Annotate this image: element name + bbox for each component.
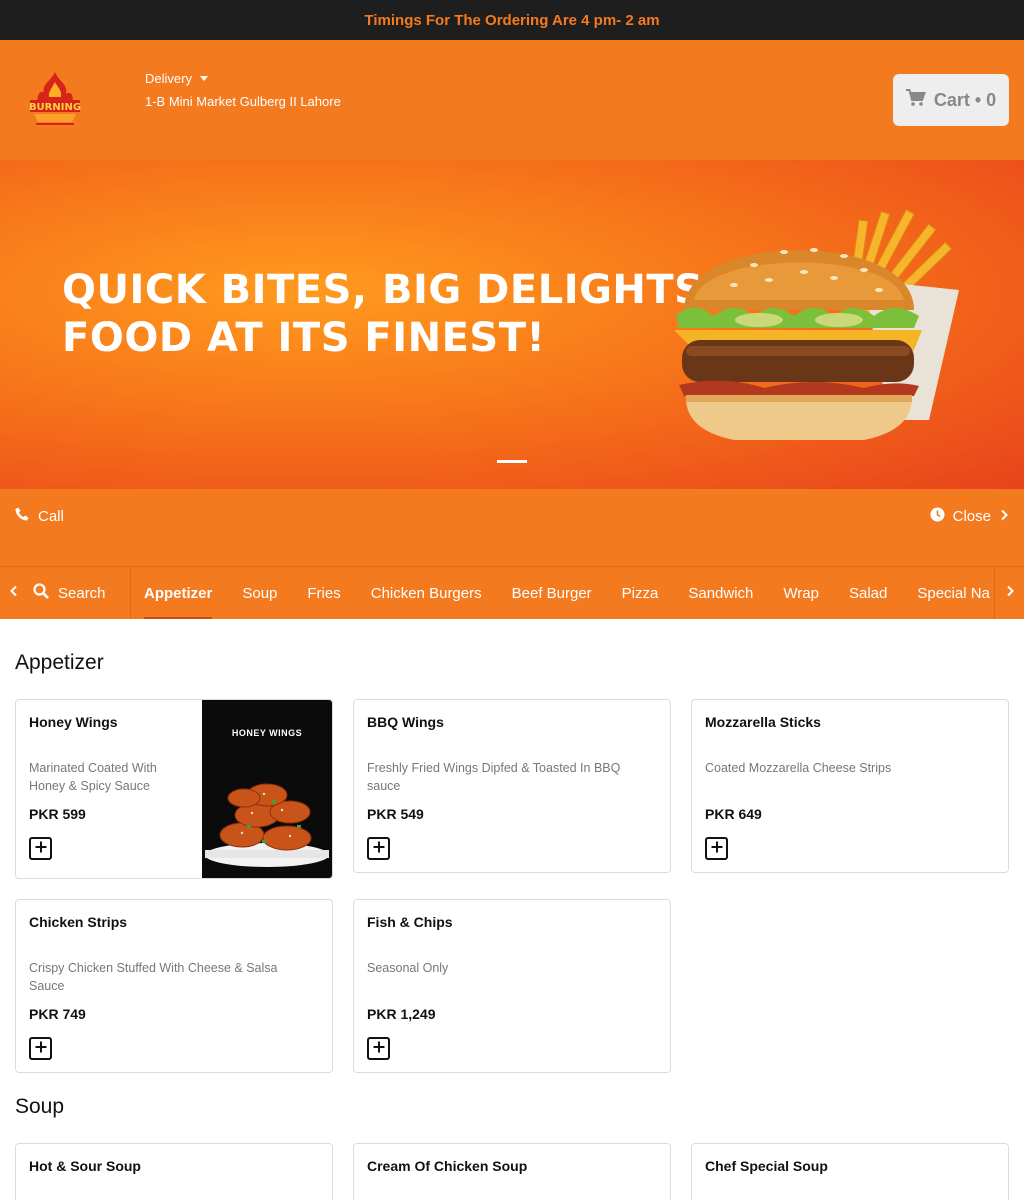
tab-beef-burger[interactable]: Beef Burger <box>512 567 592 619</box>
menu-item-card[interactable]: Chicken Strips Crispy Chicken Stuffed Wi… <box>15 899 333 1073</box>
tab-sandwich[interactable]: Sandwich <box>688 567 753 619</box>
menu-item-price: PKR 1,249 <box>367 1006 436 1022</box>
menu-item-description: Marinated Coated With Honey & Spicy Sauc… <box>29 759 157 795</box>
menu-item-card[interactable]: Honey Wings Marinated Coated With Honey … <box>15 699 333 879</box>
cart-icon <box>905 88 926 112</box>
delivery-mode-label: Delivery <box>145 71 192 86</box>
menu-item-description-line: Crispy Chicken Stuffed With Cheese & Sal… <box>29 961 278 975</box>
menu-item-name: Mozzarella Sticks <box>705 714 821 730</box>
call-button[interactable]: Call <box>15 507 64 525</box>
scroll-right-button[interactable] <box>994 567 1024 619</box>
search-icon <box>33 583 49 603</box>
banner-headline: QUICK BITES, BIG DELIGHTS FOOD AT ITS FI… <box>62 266 703 362</box>
ordering-timings-bar: Timings For The Ordering Are 4 pm- 2 am <box>0 0 1024 40</box>
menu-item-name: Chicken Strips <box>29 914 128 930</box>
header: BURNING Delivery 1-B Mini Market Gulberg… <box>0 40 1024 160</box>
call-label: Call <box>38 507 64 525</box>
phone-icon <box>15 507 29 525</box>
tab-salad[interactable]: Salad <box>849 567 887 619</box>
chevron-right-icon <box>1005 584 1015 602</box>
menu-item-price: PKR 599 <box>29 806 86 822</box>
tab-special-na[interactable]: Special Na <box>917 567 990 619</box>
menu-item-price: PKR 649 <box>705 806 762 822</box>
add-to-cart-button[interactable] <box>705 837 728 860</box>
menu-item-name: Fish & Chips <box>367 914 453 930</box>
chevron-down-icon <box>199 76 208 81</box>
burger-image <box>664 190 964 460</box>
tab-fries[interactable]: Fries <box>307 567 340 619</box>
restaurant-info-bar: Call Close <box>0 489 1024 567</box>
menu-item-price: PKR 549 <box>367 806 424 822</box>
tab-chicken-burgers[interactable]: Chicken Burgers <box>371 567 482 619</box>
add-to-cart-button[interactable] <box>29 1037 52 1060</box>
burning-flame-logo-icon[interactable]: BURNING <box>28 70 82 126</box>
opening-status-button[interactable]: Close <box>930 507 1009 526</box>
menu-item-card[interactable]: Chef Special Soup <box>691 1143 1009 1200</box>
tab-soup[interactable]: Soup <box>242 567 277 619</box>
menu-item-card[interactable]: Fish & Chips Seasonal Only PKR 1,249 <box>353 899 671 1073</box>
delivery-mode-dropdown[interactable]: Delivery <box>145 71 208 86</box>
menu-item-name: Chef Special Soup <box>705 1158 828 1174</box>
cart-button[interactable]: Cart • 0 <box>893 74 1009 126</box>
menu-item-description-line: Honey & Spicy Sauce <box>29 779 150 793</box>
menu-item-description: Crispy Chicken Stuffed With Cheese & Sal… <box>29 959 278 995</box>
menu-item-card[interactable]: BBQ Wings Freshly Fried Wings Dipfed & T… <box>353 699 671 873</box>
chevron-right-icon <box>999 508 1009 525</box>
menu-item-image: HONEY WINGS <box>202 700 332 878</box>
category-tabs: Appetizer Soup Fries Chicken Burgers Bee… <box>144 567 990 619</box>
category-nav: Search Appetizer Soup Fries Chicken Burg… <box>0 567 1024 619</box>
section-title-soup: Soup <box>15 1095 65 1118</box>
add-to-cart-button[interactable] <box>29 837 52 860</box>
cart-label: Cart • 0 <box>933 89 997 110</box>
menu-item-card[interactable]: Cream Of Chicken Soup <box>353 1143 671 1200</box>
menu-item-description: Coated Mozzarella Cheese Strips <box>705 759 891 777</box>
tab-wrap[interactable]: Wrap <box>783 567 819 619</box>
section-title-appetizer: Appetizer <box>15 651 104 674</box>
menu-item-description-line: Sauce <box>29 979 65 993</box>
plus-icon <box>711 840 723 858</box>
menu-item-description-line: Seasonal Only <box>367 961 449 975</box>
menu-item-description: Freshly Fried Wings Dipfed & Toasted In … <box>367 759 620 795</box>
promo-banner[interactable]: QUICK BITES, BIG DELIGHTS FOOD AT ITS FI… <box>0 160 1024 489</box>
plus-icon <box>373 1040 385 1058</box>
menu-item-price: PKR 749 <box>29 1006 86 1022</box>
menu-item-name: Cream Of Chicken Soup <box>367 1158 528 1174</box>
menu-item-name: Hot & Sour Soup <box>29 1158 141 1174</box>
plus-icon <box>35 1040 47 1058</box>
menu-item-card[interactable]: Hot & Sour Soup <box>15 1143 333 1200</box>
banner-headline-line-2: FOOD AT ITS FINEST! <box>62 315 546 361</box>
delivery-address[interactable]: 1-B Mini Market Gulberg II Lahore <box>145 94 341 109</box>
banner-headline-line-1: QUICK BITES, BIG DELIGHTS <box>62 267 704 313</box>
menu-item-description: Seasonal Only <box>367 959 448 977</box>
menu-item-description-line: sauce <box>367 779 401 793</box>
svg-text:BURNING: BURNING <box>29 102 81 113</box>
menu-item-description-line: Marinated Coated With <box>29 761 157 775</box>
plus-icon <box>35 840 47 858</box>
menu-item-card[interactable]: Mozzarella Sticks Coated Mozzarella Chee… <box>691 699 1009 873</box>
tab-pizza[interactable]: Pizza <box>622 567 659 619</box>
clock-icon <box>930 507 945 526</box>
menu-item-description-line: Coated Mozzarella Cheese Strips <box>705 761 892 775</box>
menu-search-button[interactable]: Search <box>33 567 131 619</box>
menu-item-name: BBQ Wings <box>367 714 444 730</box>
opening-status-label: Close <box>952 508 991 525</box>
menu-item-description-line: Freshly Fried Wings Dipfed & Toasted In … <box>367 761 621 775</box>
search-label: Search <box>58 584 106 602</box>
menu-item-name: Honey Wings <box>29 714 118 730</box>
chevron-left-icon <box>9 584 19 602</box>
add-to-cart-button[interactable] <box>367 1037 390 1060</box>
scroll-left-button[interactable] <box>0 567 28 619</box>
plus-icon <box>373 840 385 858</box>
ordering-timings-text: Timings For The Ordering Are 4 pm- 2 am <box>364 11 660 29</box>
carousel-indicator[interactable] <box>497 460 527 463</box>
add-to-cart-button[interactable] <box>367 837 390 860</box>
tab-appetizer[interactable]: Appetizer <box>144 567 213 619</box>
